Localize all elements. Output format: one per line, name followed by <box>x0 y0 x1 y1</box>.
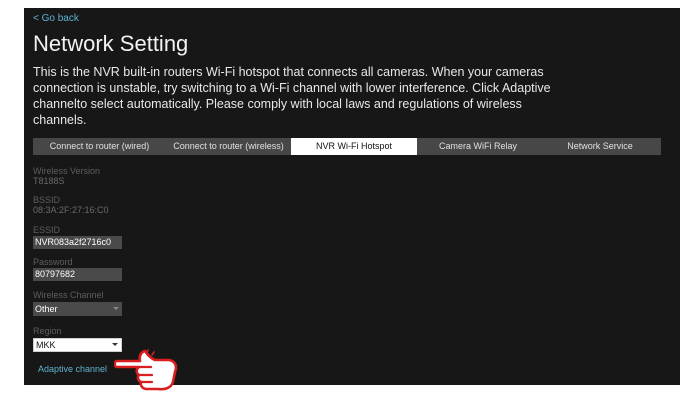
tab-connect-router-wired[interactable]: Connect to router (wired) <box>33 138 166 155</box>
tab-camera-wifi-relay[interactable]: Camera WiFi Relay <box>417 138 539 155</box>
pointing-hand-icon <box>114 349 178 391</box>
bssid-label: BSSID <box>33 195 61 205</box>
nvr-screen: < Go back Network Setting This is the NV… <box>24 8 680 385</box>
password-input[interactable]: 80797682 <box>33 268 122 281</box>
tab-nvr-wifi-hotspot[interactable]: NVR Wi-Fi Hotspot <box>291 138 417 155</box>
bssid-value: 08:3A:2F:27:16:C0 <box>33 205 109 215</box>
bssid-field: BSSID 08:3A:2F:27:16:C0 <box>33 195 109 215</box>
region-field: Region MKK <box>33 326 122 352</box>
region-label: Region <box>33 326 62 336</box>
tab-network-service[interactable]: Network Service <box>539 138 661 155</box>
essid-input[interactable]: NVR083a2f2716c0 <box>33 236 122 249</box>
adaptive-channel-link[interactable]: Adaptive channel <box>38 364 107 374</box>
network-tabs: Connect to router (wired) Connect to rou… <box>33 138 661 155</box>
wireless-version-field: Wireless Version T8188S <box>33 166 100 186</box>
essid-label: ESSID <box>33 225 61 235</box>
page-description: This is the NVR built-in routers Wi-Fi h… <box>33 65 551 127</box>
wireless-version-label: Wireless Version <box>33 166 101 176</box>
wireless-channel-field: Wireless Channel Other <box>33 290 122 316</box>
password-field: Password 80797682 <box>33 257 122 281</box>
essid-field: ESSID NVR083a2f2716c0 <box>33 225 122 249</box>
tab-connect-router-wireless[interactable]: Connect to router (wireless) <box>166 138 291 155</box>
page-title: Network Setting <box>33 31 189 56</box>
wireless-channel-value: Other <box>35 304 58 314</box>
wireless-channel-select[interactable]: Other <box>33 302 122 316</box>
chevron-down-icon <box>112 343 118 346</box>
wireless-version-value: T8188S <box>33 176 65 186</box>
chevron-down-icon <box>113 307 119 310</box>
go-back-link[interactable]: < Go back <box>33 13 79 25</box>
password-label: Password <box>33 257 73 267</box>
region-value: MKK <box>36 340 56 350</box>
wireless-channel-label: Wireless Channel <box>33 290 104 300</box>
region-select[interactable]: MKK <box>33 338 122 352</box>
